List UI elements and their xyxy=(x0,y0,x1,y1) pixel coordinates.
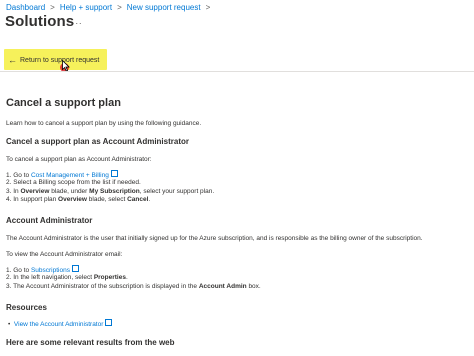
list-item: 2. Select a Billing scope from the list … xyxy=(6,178,141,186)
external-link-icon xyxy=(71,265,79,272)
list-item: 3. The Account Administrator of the subs… xyxy=(6,282,261,290)
view-account-administrator-link[interactable]: View the Account Administrator xyxy=(14,321,103,328)
breadcrumb-separator: > xyxy=(50,2,55,12)
list-item: 1. Go to Cost Management + Billing xyxy=(6,170,214,179)
account-admin-steps-list: 1. Go to Subscriptions 2. In the left na… xyxy=(6,265,261,291)
section-cancel-lead: To cancel a support plan as Account Admi… xyxy=(6,156,152,163)
article-heading: Cancel a support plan xyxy=(6,97,121,109)
return-button-label: Return to support request xyxy=(20,56,100,64)
more-options-button[interactable]: ... xyxy=(72,16,83,26)
account-admin-lead: To view the Account Administrator email: xyxy=(6,251,123,258)
arrow-left-icon: ← xyxy=(8,55,17,65)
account-admin-description: The Account Administrator is the user th… xyxy=(6,235,423,242)
breadcrumb-new-support-request[interactable]: New support request xyxy=(127,3,201,12)
section-cancel-heading: Cancel a support plan as Account Adminis… xyxy=(6,137,189,146)
toolbar-divider xyxy=(0,71,474,72)
list-item: 1. Go to Subscriptions xyxy=(6,265,261,274)
external-link-icon xyxy=(110,170,118,177)
cancel-steps-list: 1. Go to Cost Management + Billing 2. Se… xyxy=(6,170,214,205)
breadcrumb-separator: > xyxy=(205,2,211,12)
web-results-heading: Here are some relevant results from the … xyxy=(6,338,175,347)
section-account-admin-heading: Account Administrator xyxy=(6,216,93,225)
list-item: • View the Account Administrator xyxy=(8,319,113,328)
bullet-icon: • xyxy=(8,321,11,328)
page-title: Solutions xyxy=(5,13,75,30)
list-item: 3. In Overview blade, under My Subscript… xyxy=(6,187,215,195)
breadcrumb-help-support[interactable]: Help + support xyxy=(60,3,112,12)
breadcrumb-dashboard[interactable]: Dashboard xyxy=(6,3,45,12)
resources-heading: Resources xyxy=(6,303,47,312)
external-link-icon xyxy=(105,319,113,326)
breadcrumb: Dashboard > Help + support > New support… xyxy=(6,1,215,13)
return-to-support-request-button[interactable]: ← Return to support request xyxy=(8,53,99,67)
list-item: 4. In support plan Overview blade, selec… xyxy=(6,196,151,204)
breadcrumb-separator: > xyxy=(117,2,122,12)
list-item: 2. In the left navigation, select Proper… xyxy=(6,273,128,281)
article-intro: Learn how to cancel a support plan by us… xyxy=(6,120,202,127)
